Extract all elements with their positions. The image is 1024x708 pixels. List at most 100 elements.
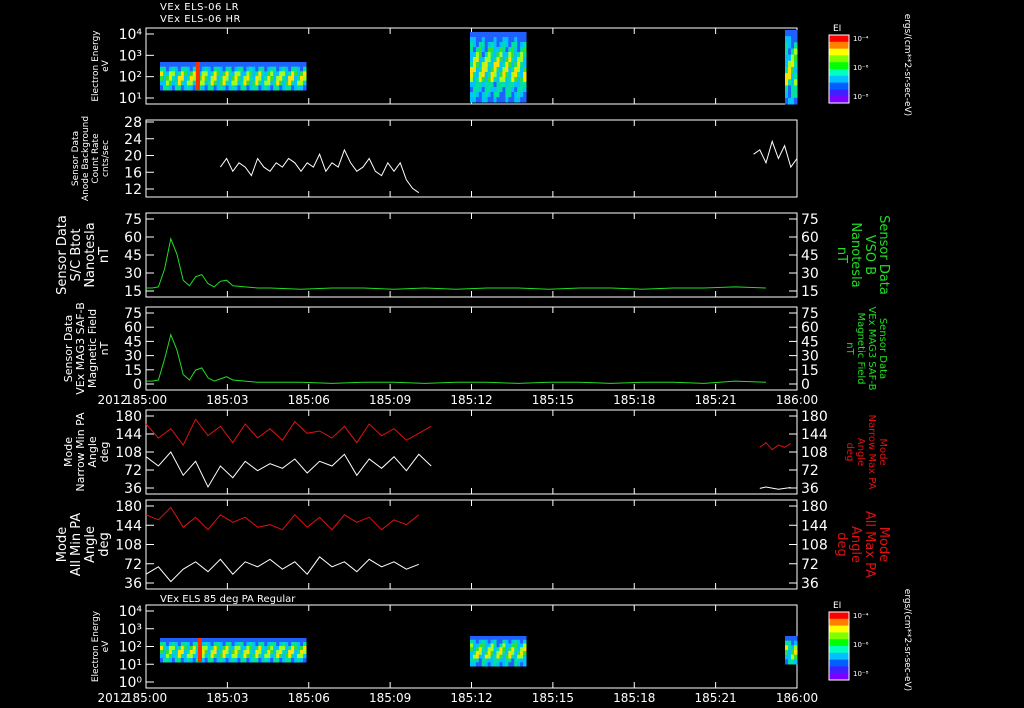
spec-cell-1b bbox=[475, 77, 480, 83]
right-label-mag: Magnetic Field bbox=[855, 312, 866, 384]
spec-cell-2b bbox=[487, 658, 492, 663]
spec-cell-2a bbox=[240, 642, 244, 647]
spec-cell-2a bbox=[189, 642, 194, 647]
spec-cell-1a bbox=[174, 85, 179, 91]
spec-cell-1b bbox=[493, 87, 498, 93]
spec-cell-1a bbox=[234, 62, 238, 68]
spec-cell-2a bbox=[273, 646, 277, 651]
spec-cell-1a bbox=[228, 66, 233, 72]
spec-cell-2b bbox=[496, 647, 500, 652]
ylabel-energy1: Electron Energy bbox=[91, 30, 101, 102]
spec-cell-2a bbox=[255, 638, 259, 643]
spec-cell-2a bbox=[297, 646, 301, 651]
ytick-right-label-all: 72 bbox=[801, 557, 819, 573]
spec-cell-1a bbox=[288, 71, 292, 77]
spec-cell-1a bbox=[294, 71, 298, 77]
spec-cell-2b bbox=[505, 639, 509, 644]
spec-cell-1a bbox=[255, 66, 259, 72]
spec-cell-2b bbox=[514, 647, 518, 652]
spec-cell-2a bbox=[288, 654, 292, 659]
spec-cell-1a bbox=[297, 85, 301, 91]
spec-cell-2b bbox=[490, 662, 495, 667]
spec-cell-2b bbox=[490, 639, 495, 644]
spec-cell-1a bbox=[279, 71, 283, 77]
spec-cell-1a bbox=[252, 62, 256, 68]
spec-cell-2a bbox=[228, 654, 233, 659]
spec-cell-1c bbox=[785, 67, 789, 74]
year-label: 2012 bbox=[97, 393, 128, 407]
spec-cell-1b bbox=[511, 52, 515, 58]
spec-cell-2c bbox=[794, 650, 798, 656]
spec-cell-2b bbox=[511, 654, 515, 659]
spec-cell-2b bbox=[470, 636, 474, 641]
spec-cell-1b bbox=[478, 32, 483, 38]
spec-cell-1a bbox=[192, 66, 197, 72]
spec-cell-1b bbox=[496, 37, 500, 43]
spec-cell-1b bbox=[484, 62, 489, 68]
spec-cell-1b bbox=[490, 72, 495, 78]
spec-cell-2a bbox=[255, 658, 259, 663]
spec-cell-1a bbox=[231, 85, 235, 91]
spec-cell-1c bbox=[794, 30, 798, 37]
spec-cell-1a bbox=[282, 62, 286, 68]
spec-cell-1a bbox=[192, 62, 197, 68]
spec-cell-2a bbox=[264, 658, 268, 663]
spec-cell-2b bbox=[496, 643, 500, 648]
spec-cell-1b bbox=[511, 47, 515, 53]
spec-cell-1a bbox=[300, 66, 304, 72]
spec-cell-2c bbox=[788, 636, 792, 642]
spec-cell-1b bbox=[478, 52, 483, 58]
spec-cell-2a bbox=[246, 654, 250, 659]
spec-cell-2a bbox=[219, 646, 224, 651]
spec-cell-1b bbox=[502, 82, 506, 88]
spec-cell-2a bbox=[216, 638, 221, 643]
spec-cell-2b bbox=[496, 662, 500, 667]
spec-cell-1a bbox=[285, 85, 289, 91]
spec-cell-1a bbox=[180, 76, 185, 82]
right-label-btot: Sensor Data bbox=[876, 215, 891, 295]
ytick-right-label-btot: 30 bbox=[801, 266, 819, 282]
ylabel-btot: S/C Btot bbox=[69, 229, 84, 282]
spec-cell-2a bbox=[240, 658, 244, 663]
spec-cell-1b bbox=[487, 32, 492, 38]
time-tick-label: 185:21 bbox=[695, 691, 737, 705]
spec-cell-2b bbox=[493, 639, 498, 644]
spec-cell-1a bbox=[174, 62, 179, 68]
spec-cell-2a bbox=[174, 654, 179, 659]
spec-cell-2a bbox=[225, 650, 230, 655]
spec-cell-1a bbox=[276, 80, 280, 86]
spec-cell-2a bbox=[303, 646, 307, 651]
spec-cell-1b bbox=[502, 52, 506, 58]
spec-cell-1b bbox=[502, 92, 506, 98]
spec-cell-1a bbox=[228, 85, 233, 91]
spec-cell-1b bbox=[478, 87, 483, 93]
spec-cell-1a bbox=[168, 71, 173, 77]
spec-cell-1a bbox=[282, 85, 286, 91]
spec-cell-1b bbox=[499, 77, 503, 83]
spec-cell-2a bbox=[279, 642, 283, 647]
spec-cell-2a bbox=[171, 646, 176, 651]
spec-cell-1b bbox=[514, 57, 518, 63]
spec-cell-1a bbox=[297, 80, 301, 86]
spec-cell-1b bbox=[484, 57, 489, 63]
spec-cell-2a bbox=[261, 638, 265, 643]
spec-cell-2a bbox=[160, 650, 164, 655]
spec-cell-2b bbox=[487, 654, 492, 659]
spec-cell-1c bbox=[791, 67, 795, 74]
spec-cell-1c bbox=[791, 36, 795, 43]
spec-cell-1b bbox=[481, 62, 486, 68]
spec-cell-2a bbox=[294, 638, 298, 643]
ylabel-all: deg bbox=[97, 532, 112, 557]
spec-cell-2b bbox=[475, 662, 480, 667]
spec-cell-2a bbox=[240, 646, 244, 651]
spec-cell-1a bbox=[297, 62, 301, 68]
spec-cell-2b bbox=[505, 658, 509, 663]
spec-cell-1b bbox=[499, 62, 503, 68]
spec-cell-1b bbox=[502, 72, 506, 78]
spec-cell-1b bbox=[502, 67, 506, 73]
spec-cell-1a bbox=[252, 80, 256, 86]
ytick-label-narrow: 72 bbox=[124, 463, 142, 479]
spec-cell-1a bbox=[237, 76, 241, 82]
spec-cell-1a bbox=[171, 66, 176, 72]
spec-cell-2b bbox=[523, 651, 527, 656]
